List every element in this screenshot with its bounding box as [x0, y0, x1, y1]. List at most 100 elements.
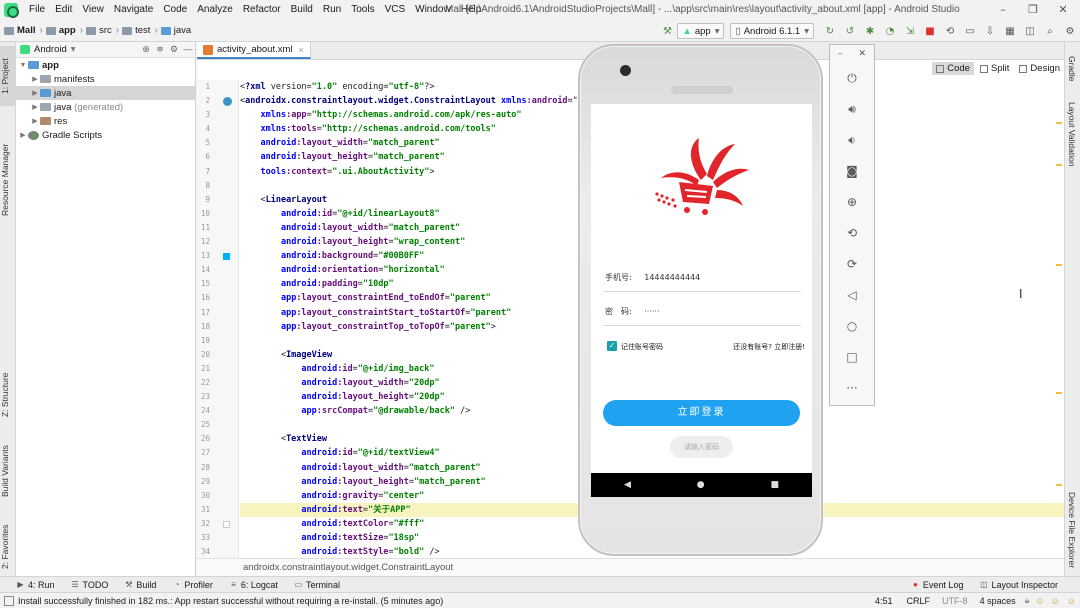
menu-vcs[interactable]: VCS	[380, 0, 411, 20]
menu-analyze[interactable]: Analyze	[192, 0, 238, 20]
gear-icon[interactable]: ⚙	[167, 44, 181, 55]
hide-icon[interactable]: —	[181, 44, 195, 55]
menu-edit[interactable]: Edit	[50, 0, 77, 20]
menu-refactor[interactable]: Refactor	[238, 0, 286, 20]
breadcrumb-mall[interactable]: Mall	[17, 25, 35, 36]
password-row[interactable]: 密 码: ······	[605, 306, 801, 317]
tab-structure[interactable]: Z: Structure	[0, 360, 16, 430]
warning-mark[interactable]	[1056, 264, 1062, 266]
menu-navigate[interactable]: Navigate	[109, 0, 158, 20]
project-structure-icon[interactable]: ▦	[1001, 22, 1019, 40]
tab-project[interactable]: 1: Project	[0, 46, 16, 106]
overview-icon[interactable]: □	[830, 346, 874, 368]
tool-todo[interactable]: ☰ TODO	[71, 580, 108, 590]
tree-item-manifests[interactable]: ▶ manifests	[16, 72, 195, 86]
tool-terminal[interactable]: ▭ Terminal	[294, 580, 340, 590]
tool-build[interactable]: ⚒ Build	[124, 580, 156, 590]
rotate-right-icon[interactable]: ⟳	[830, 253, 874, 275]
inspection-icon[interactable]: ☺	[1032, 596, 1047, 606]
cursor-position[interactable]: 4:51	[867, 596, 901, 606]
split-view-button[interactable]: Split	[976, 62, 1013, 75]
close-emulator-icon[interactable]: ✕	[858, 49, 866, 59]
overview-icon[interactable]: ■	[771, 480, 780, 490]
back-icon[interactable]: ◁	[830, 284, 874, 306]
device-select[interactable]: ▯ Android 6.1.1 ▾	[730, 23, 814, 39]
rotate-left-icon[interactable]: ⟲	[830, 222, 874, 244]
back-icon[interactable]: ◀	[624, 480, 631, 490]
settings-icon[interactable]: ⚙	[1061, 22, 1079, 40]
zoom-in-icon[interactable]: ⊕	[830, 191, 874, 213]
menu-code[interactable]: Code	[158, 0, 192, 20]
apply-changes-icon[interactable]: ↻	[821, 22, 839, 40]
layout-inspector-icon[interactable]: ◫	[1021, 22, 1039, 40]
home-icon[interactable]: ○	[830, 315, 874, 337]
run-config-select[interactable]: ▲ app ▾	[677, 23, 725, 39]
tab-gradle[interactable]: Gradle	[1067, 56, 1077, 82]
remember-checkbox[interactable]: ✓	[607, 341, 617, 351]
tab-build-variants[interactable]: Build Variants	[0, 436, 16, 506]
close-tab-icon[interactable]: ×	[299, 45, 304, 55]
tree-item-app[interactable]: ▼ app	[16, 58, 195, 72]
menu-build[interactable]: Build	[286, 0, 318, 20]
tab-layout-validation[interactable]: Layout Validation	[1067, 102, 1077, 167]
tree-item-java[interactable]: ▶ java	[16, 86, 195, 100]
design-view-button[interactable]: Design	[1015, 62, 1064, 75]
status-message[interactable]: Install successfully finished in 182 ms.…	[18, 596, 443, 606]
line-separator[interactable]: CRLF	[901, 596, 937, 606]
tree-item-gradle-scripts[interactable]: ▶ Gradle Scripts	[16, 128, 195, 142]
login-button[interactable]: 立即登录	[603, 400, 800, 426]
breadcrumb-app[interactable]: app	[59, 25, 76, 36]
phone-number-row[interactable]: 手机号: 14444444444	[605, 272, 801, 283]
warning-mark[interactable]	[1056, 392, 1062, 394]
tool-event-log[interactable]: ● Event Log	[911, 580, 963, 590]
sdk-manager-icon[interactable]: ⇩	[981, 22, 999, 40]
locate-icon[interactable]: ⊕	[139, 44, 153, 55]
minimize-button[interactable]: –	[988, 0, 1018, 20]
stop-icon[interactable]: ■	[921, 22, 939, 40]
project-view-select[interactable]: Android	[34, 44, 67, 55]
restore-button[interactable]: ❐	[1018, 0, 1048, 20]
tool-logcat[interactable]: ≡ 6: Logcat	[229, 580, 278, 590]
tree-item-java-generated[interactable]: ▶ java (generated)	[16, 100, 195, 114]
file-encoding[interactable]: UTF-8	[936, 596, 974, 606]
line-number-gutter[interactable]: 1 2 3 4 5 6 7 8 9 10 11 12 13 14 15 16 17 18 19 20 21 22 23 24 2…	[197, 80, 239, 566]
menu-run[interactable]: Run	[318, 0, 346, 20]
volume-up-icon[interactable]: 🔊︎	[830, 98, 874, 120]
tool-profiler[interactable]: ◔ Profiler	[172, 580, 212, 590]
apply-code-icon[interactable]: ↺	[841, 22, 859, 40]
attach-debugger-icon[interactable]: ⇲	[901, 22, 919, 40]
warning-mark[interactable]	[1056, 164, 1062, 166]
notification-icon[interactable]: ☺	[1063, 596, 1080, 606]
minimize-emulator-icon[interactable]: –	[838, 49, 843, 59]
tool-layout-inspector[interactable]: ◫ Layout Inspector	[979, 580, 1058, 590]
password-input[interactable]: ······	[644, 307, 659, 316]
power-icon[interactable]: ⏻	[830, 67, 874, 89]
profile-icon[interactable]: ◔	[881, 22, 899, 40]
hammer-icon[interactable]: ⚒	[658, 22, 676, 40]
tree-item-res[interactable]: ▶ res	[16, 114, 195, 128]
warning-mark[interactable]	[1056, 122, 1062, 124]
color-swatch-icon[interactable]	[223, 253, 230, 261]
class-marker-icon[interactable]	[223, 97, 232, 107]
sync-icon[interactable]: ⟲	[941, 22, 959, 40]
tab-resource-manager[interactable]: Resource Manager	[0, 130, 16, 230]
camera-icon[interactable]: ◙	[830, 160, 874, 182]
color-swatch-icon[interactable]	[223, 520, 230, 528]
tab-activity-about[interactable]: activity_about.xml ×	[197, 42, 311, 59]
error-stripe[interactable]	[1054, 80, 1064, 566]
register-link[interactable]: 还没有账号? 立即注册!	[709, 342, 805, 352]
breadcrumb-src[interactable]: src	[99, 25, 112, 36]
close-window-button[interactable]: ✕	[1048, 0, 1078, 20]
more-icon[interactable]: ···	[830, 377, 874, 399]
lock-icon[interactable]: 🔒︎	[1022, 595, 1033, 606]
volume-down-icon[interactable]: 🔉︎	[830, 129, 874, 151]
emulator-screen[interactable]: 手机号: 14444444444 密 码: ······ ✓ 记住账号密码 还没…	[591, 104, 812, 497]
menu-file[interactable]: File	[24, 0, 50, 20]
editor-breadcrumb-footer[interactable]: androidx.constraintlayout.widget.Constra…	[197, 558, 1064, 576]
tab-favorites[interactable]: 2: Favorites	[0, 516, 16, 578]
debug-icon[interactable]: ✱	[861, 22, 879, 40]
breadcrumb-test[interactable]: test	[135, 25, 150, 36]
feedback-icon[interactable]: ☺	[1048, 596, 1063, 606]
home-icon[interactable]: ●	[697, 480, 705, 490]
breadcrumb-java[interactable]: java	[174, 25, 191, 36]
